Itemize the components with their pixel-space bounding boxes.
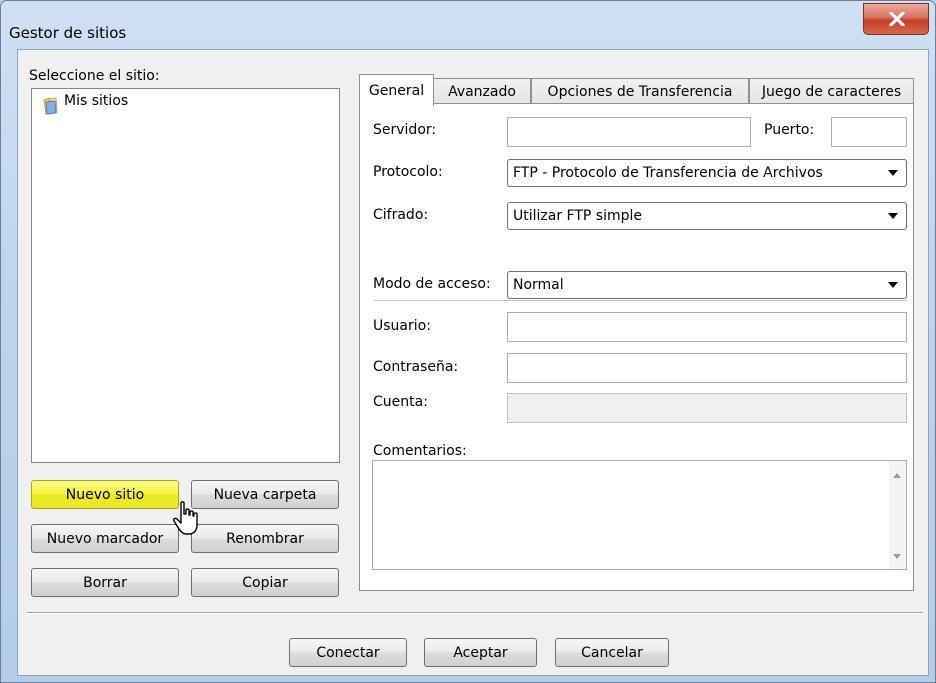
logon-type-select[interactable]: Normal [507,271,907,299]
tab-transfer-options[interactable]: Opciones de Transferencia [531,78,749,105]
scroll-down-icon[interactable] [893,554,901,559]
dialog-client-area: Seleccione el sitio: Mis sitios Nuevo si… [17,49,929,676]
password-input[interactable] [507,353,907,383]
select-site-label: Seleccione el sitio: [29,68,160,84]
encryption-value: Utilizar FTP simple [513,208,643,224]
tree-item-mis-sitios[interactable]: Mis sitios [64,93,128,109]
section-divider [374,300,907,301]
server-label: Servidor: [373,122,437,138]
mouse-cursor-icon [173,501,198,535]
comments-scrollbar[interactable] [889,461,906,569]
new-folder-button[interactable]: Nueva carpeta [191,480,339,509]
logon-type-label: Modo de acceso: [373,276,491,292]
title-bar[interactable]: Gestor de sitios [1,1,935,49]
password-label: Contraseña: [373,359,459,375]
user-input[interactable] [507,312,907,342]
copy-button[interactable]: Copiar [191,568,339,597]
protocol-value: FTP - Protocolo de Transferencia de Arch… [513,165,823,181]
tab-advanced[interactable]: Avanzado [433,78,531,105]
port-input[interactable] [831,117,907,147]
rename-button[interactable]: Renombrar [191,524,339,553]
site-tree[interactable]: Mis sitios [31,88,340,463]
folder-icon [43,97,58,115]
new-bookmark-button[interactable]: Nuevo marcador [31,524,179,553]
account-label: Cuenta: [373,394,428,410]
account-input [507,393,907,423]
delete-button[interactable]: Borrar [31,568,179,597]
new-site-button[interactable]: Nuevo sitio [31,480,179,509]
tab-general[interactable]: General [359,74,434,106]
comments-label: Comentarios: [373,443,467,459]
window-title: Gestor de sitios [9,24,127,42]
dropdown-arrow-icon [888,282,898,288]
scroll-up-icon[interactable] [893,473,901,478]
tab-charset[interactable]: Juego de caracteres [749,78,914,105]
dropdown-arrow-icon [888,213,898,219]
port-label: Puerto: [764,122,815,138]
dropdown-arrow-icon [888,170,898,176]
user-label: Usuario: [373,318,431,334]
cancel-button[interactable]: Cancelar [555,638,669,667]
close-button[interactable] [863,3,929,35]
encryption-label: Cifrado: [373,207,429,223]
comments-textarea[interactable] [372,460,907,570]
accept-button[interactable]: Aceptar [424,638,537,667]
protocol-select[interactable]: FTP - Protocolo de Transferencia de Arch… [507,159,907,187]
connect-button[interactable]: Conectar [289,638,407,667]
footer-divider [27,612,923,614]
server-input[interactable] [507,117,751,147]
logon-type-value: Normal [513,277,564,293]
encryption-select[interactable]: Utilizar FTP simple [507,202,907,230]
site-manager-window: Gestor de sitios Seleccione el sitio: Mi… [0,0,936,683]
close-icon [889,12,905,26]
protocol-label: Protocolo: [373,164,443,180]
